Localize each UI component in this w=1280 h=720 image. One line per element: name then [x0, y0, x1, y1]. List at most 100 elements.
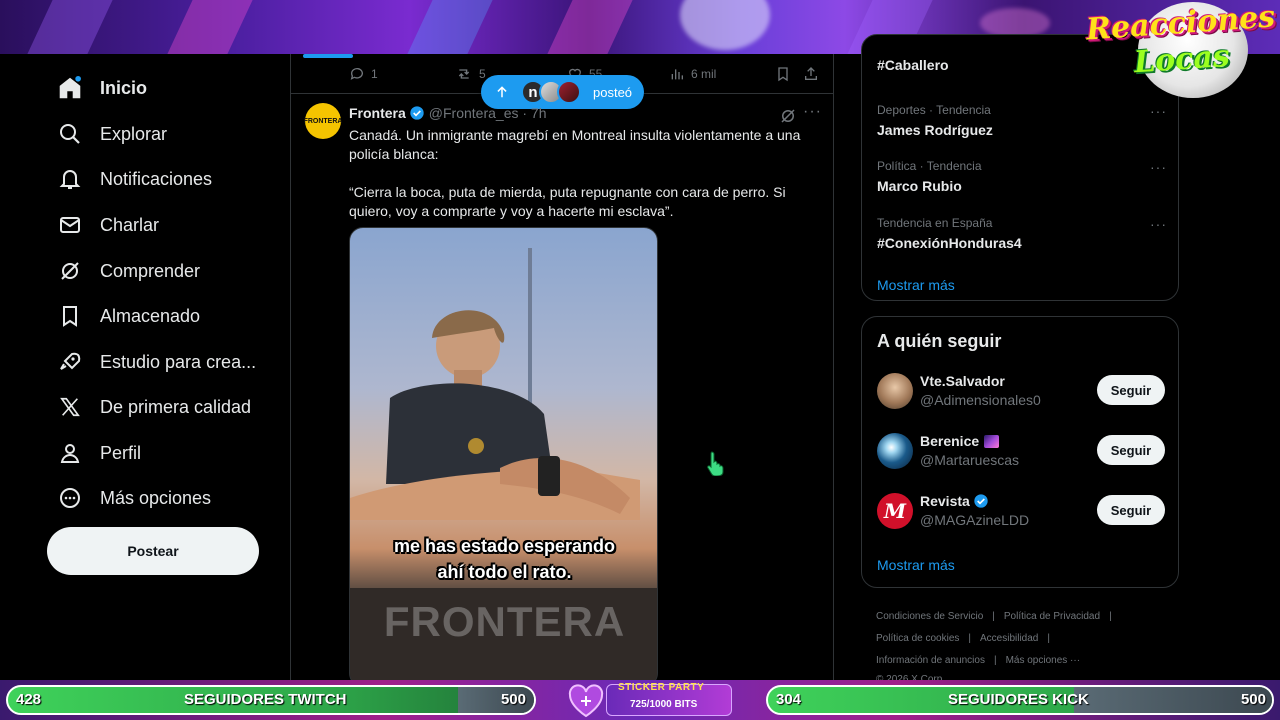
video-subtitle-line: me has estado esperando	[393, 536, 616, 556]
tweet-more-icon[interactable]: ···	[803, 103, 822, 121]
nav-item-estudio[interactable]: Estudio para crea...	[56, 342, 276, 382]
trend-item[interactable]: Tendencia en España #ConexiónHonduras4 ·…	[877, 216, 1167, 251]
sticker-party-widget: STICKER PARTY 725/1000 BITS	[566, 682, 736, 720]
nav-label: De primera calidad	[100, 396, 252, 417]
who-to-follow-panel: A quién seguir Vte.Salvador @Adimensiona…	[861, 316, 1179, 588]
tweet-header: Frontera @Frontera_es · 7h	[349, 105, 547, 121]
nav-label: Inicio	[100, 77, 148, 98]
repost-button[interactable]: 5	[455, 66, 486, 82]
nav-item-notificaciones[interactable]: Notificaciones	[56, 159, 276, 199]
trend-meta: Deportes · Tendencia	[877, 103, 991, 117]
twitch-goal-target: 500	[500, 691, 526, 708]
share-button[interactable]	[803, 66, 825, 82]
reply-button[interactable]: 1	[349, 66, 378, 82]
sticker-title: STICKER PARTY	[618, 682, 705, 693]
trend-more-icon[interactable]: ···	[1150, 216, 1167, 232]
trend-meta: Tendencia en España	[877, 216, 993, 230]
share-icon	[805, 67, 817, 80]
nav-item-comprender[interactable]: Comprender	[56, 251, 276, 291]
follow-suggestion[interactable]: Berenice @Martaruescas Seguir	[877, 431, 1165, 471]
video-watermark: FRONTERA	[383, 598, 626, 645]
rocket-icon	[56, 348, 84, 376]
reply-icon	[350, 68, 363, 80]
bookmark-icon	[778, 67, 788, 82]
milky-way-emoji-icon	[984, 434, 1000, 448]
account-name-text: Revista	[920, 493, 970, 509]
account-handle: @Adimensionales0	[920, 392, 1041, 408]
tweet[interactable]: FRONTERA Frontera @Frontera_es · 7h ··· …	[291, 95, 833, 680]
follow-button[interactable]: Seguir	[1097, 375, 1165, 405]
nav-label: Explorar	[100, 123, 168, 144]
follow-show-more-link[interactable]: Mostrar más	[877, 557, 955, 573]
follow-suggestion[interactable]: Vte.Salvador @Adimensionales0 Seguir	[877, 371, 1165, 411]
verified-badge-icon	[410, 106, 424, 120]
nav-label: Comprender	[100, 260, 201, 281]
more-circle-icon	[56, 484, 84, 512]
tweet-paragraph: “Cierra la boca, puta de mierda, puta re…	[349, 184, 786, 219]
footer-link[interactable]: Condiciones de Servicio	[876, 611, 983, 622]
views-icon	[671, 69, 683, 80]
tweet-video[interactable]: me has estado esperando ahí todo el rato…	[349, 227, 658, 680]
heart-icon	[568, 684, 604, 718]
account-handle: @Martaruescas	[920, 452, 1020, 468]
home-icon	[56, 74, 84, 102]
kick-current-count: 304	[776, 691, 802, 708]
left-navigation: Inicio Explorar Notificaciones Charlar C…	[0, 54, 290, 680]
tweet-handle[interactable]: @Frontera_es · 7h	[429, 105, 547, 121]
footer-link[interactable]: Política de cookies	[876, 633, 959, 644]
follow-button[interactable]: Seguir	[1097, 435, 1165, 465]
footer-link[interactable]: Información de anuncios	[876, 655, 985, 666]
trend-more-icon[interactable]: ···	[1150, 159, 1167, 175]
trends-show-more-link[interactable]: Mostrar más	[877, 277, 955, 293]
footer-link[interactable]: Política de Privacidad	[1004, 611, 1100, 622]
trend-name: Marco Rubio	[877, 178, 962, 194]
nav-item-premium[interactable]: De primera calidad	[56, 387, 276, 427]
video-subtitle-line: ahí todo el rato.	[437, 562, 572, 582]
trend-item[interactable]: Deportes · Tendencia James Rodríguez ···	[877, 103, 1167, 138]
sticker-bits: 725/1000 BITS	[630, 699, 698, 710]
account-name-text: Berenice	[920, 433, 980, 449]
bell-icon	[56, 165, 84, 193]
grok-icon	[781, 109, 795, 123]
footer-link[interactable]: Accesibilidad	[980, 633, 1038, 644]
nav-label: Notificaciones	[100, 168, 213, 189]
account-handle: @MAGAzineLDD	[920, 512, 1030, 528]
twitch-follower-goal: 428 SEGUIDORES TWITCH 500	[6, 685, 536, 715]
nav-item-perfil[interactable]: Perfil	[56, 433, 276, 473]
views-button[interactable]: 6 mil	[669, 66, 716, 82]
trend-item[interactable]: Política · Tendencia Marco Rubio ···	[877, 159, 1167, 194]
trend-more-icon[interactable]: ···	[1150, 103, 1167, 119]
tweet-avatar[interactable]: FRONTERA	[304, 103, 342, 139]
search-icon	[56, 120, 84, 148]
post-button[interactable]: Postear	[47, 527, 259, 575]
bookmark-button[interactable]	[775, 66, 797, 82]
kick-goal-label: SEGUIDORES KICK	[948, 691, 1089, 708]
footer-links: Condiciones de Servicio | Política de Priv…	[876, 606, 1176, 688]
nav-item-mas-opciones[interactable]: Más opciones	[56, 478, 276, 518]
nav-item-inicio[interactable]: Inicio	[56, 68, 276, 108]
tweet-text: Canadá. Un inmigrante magrebí en Montrea…	[349, 126, 821, 240]
avatar[interactable]: M	[877, 493, 913, 529]
x-logo-icon	[56, 393, 84, 421]
avatar[interactable]	[877, 433, 913, 469]
nav-item-explorar[interactable]: Explorar	[56, 114, 276, 154]
view-count: 6 mil	[691, 67, 717, 81]
tweet-author-name[interactable]: Frontera	[349, 105, 406, 121]
repost-count: 5	[479, 67, 486, 81]
right-sidebar: #Caballero Deportes · Tendencia James Ro…	[834, 34, 1280, 685]
stream-screen: Inicio Explorar Notificaciones Charlar C…	[0, 0, 1280, 720]
grok-icon	[56, 257, 84, 285]
bookmark-icon	[56, 302, 84, 330]
footer-link[interactable]: Más opciones ···	[1006, 655, 1080, 666]
avatar[interactable]	[877, 373, 913, 409]
logo-text-line1: Reacciones	[1085, 0, 1277, 48]
nav-item-almacenado[interactable]: Almacenado	[56, 296, 276, 336]
follow-suggestion[interactable]: M Revista @MAGAzineLDD Seguir	[877, 491, 1165, 531]
account-name: Vte.Salvador	[920, 373, 1005, 389]
kick-follower-goal: 304 SEGUIDORES KICK 500	[766, 685, 1274, 715]
nav-item-charlar[interactable]: Charlar	[56, 205, 276, 245]
person-icon	[56, 439, 84, 467]
follow-button[interactable]: Seguir	[1097, 495, 1165, 525]
nav-label: Perfil	[100, 442, 142, 463]
envelope-icon	[56, 211, 84, 239]
